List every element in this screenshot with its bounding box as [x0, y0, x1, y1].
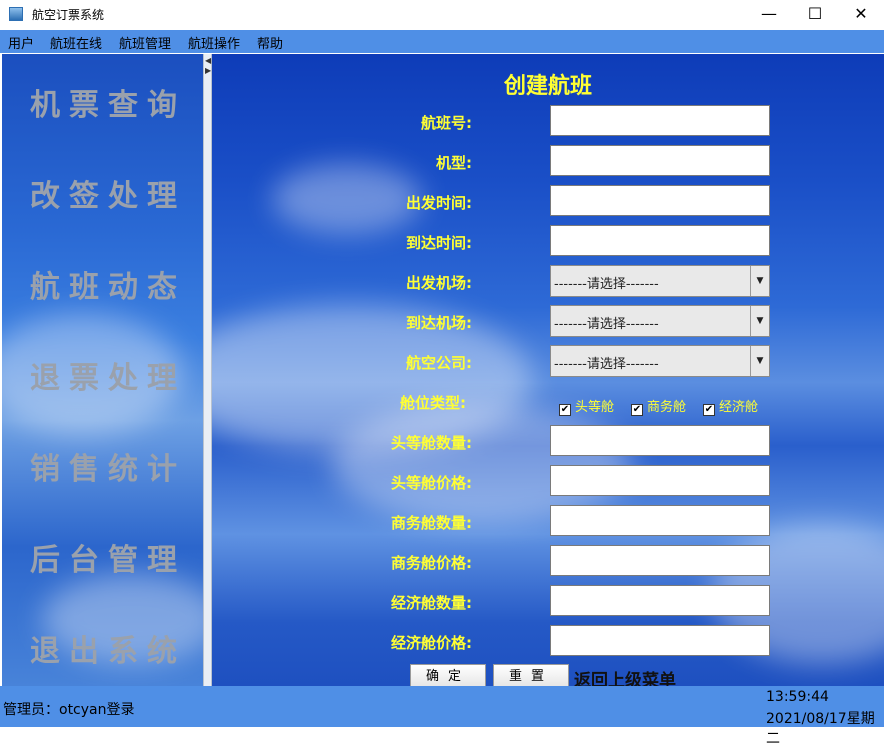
create-flight-panel: 创建航班 航班号: 机型: 出发时间: 到达时间: 出发机场: -------请… [212, 54, 884, 686]
sidebar-item-rebook[interactable]: 改签处理 [30, 171, 186, 215]
title-bar: 航空订票系统 — ☐ ✕ [0, 0, 884, 30]
sidebar-item-refund[interactable]: 退票处理 [30, 353, 186, 397]
first-price-label: 头等舱价格: [391, 474, 472, 492]
cabin-first-label: 头等舱 [575, 400, 615, 415]
reset-button[interactable]: 重置 [493, 664, 569, 686]
arrive-airport-value: -------请选择------- [554, 317, 659, 332]
status-time: 13:59:44 [766, 689, 829, 705]
depart-airport-value: -------请选择------- [554, 277, 659, 292]
back-link[interactable]: 返回上级菜单 [574, 666, 676, 686]
arrive-airport-select[interactable]: -------请选择------- ▼ [550, 305, 770, 337]
menu-flight-online[interactable]: 航班在线 [50, 33, 102, 52]
checkbox-checked-icon: ✔ [631, 404, 643, 416]
expand-right-icon[interactable]: ▶ [205, 66, 211, 75]
cabin-economy-checkbox[interactable]: ✔ 经济舱 [703, 396, 758, 416]
form-title: 创建航班 [503, 74, 592, 99]
airline-select[interactable]: -------请选择------- ▼ [550, 345, 770, 377]
economy-qty-label: 经济舱数量: [391, 594, 472, 612]
depart-time-input[interactable] [550, 185, 770, 216]
split-divider[interactable]: ◀ ▶ [203, 54, 212, 686]
minimize-button[interactable]: — [746, 0, 792, 30]
chevron-down-icon[interactable]: ▼ [750, 306, 769, 336]
depart-airport-select[interactable]: -------请选择------- ▼ [550, 265, 770, 297]
window-title: 航空订票系统 [32, 8, 105, 22]
checkbox-checked-icon: ✔ [703, 404, 715, 416]
first-qty-input[interactable] [550, 425, 770, 456]
menu-flight-ops[interactable]: 航班操作 [188, 33, 240, 52]
collapse-left-icon[interactable]: ◀ [205, 56, 211, 65]
maximize-button[interactable]: ☐ [792, 0, 838, 30]
chevron-down-icon[interactable]: ▼ [750, 346, 769, 376]
first-qty-label: 头等舱数量: [391, 434, 472, 452]
airline-label: 航空公司: [406, 354, 472, 372]
chevron-down-icon[interactable]: ▼ [750, 266, 769, 296]
cabin-type-label: 舱位类型: [400, 394, 466, 412]
model-label: 机型: [436, 154, 472, 172]
status-bar: 管理员：otcyan登录 13:59:44 2021/08/17星期二 [0, 686, 884, 747]
confirm-button[interactable]: 确定 [410, 664, 486, 686]
arrive-airport-label: 到达机场: [406, 314, 472, 332]
business-qty-label: 商务舱数量: [391, 514, 472, 532]
cabin-first-checkbox[interactable]: ✔ 头等舱 [559, 396, 614, 416]
economy-price-label: 经济舱价格: [391, 634, 472, 652]
sidebar-item-flight-status[interactable]: 航班动态 [30, 262, 186, 306]
model-input[interactable] [550, 145, 770, 176]
sidebar-item-ticket-query[interactable]: 机票查询 [30, 80, 186, 124]
cabin-economy-label: 经济舱 [719, 400, 759, 415]
sidebar-item-exit[interactable]: 退出系统 [30, 626, 186, 670]
sidebar-item-sales-stats[interactable]: 销售统计 [30, 444, 186, 488]
checkbox-checked-icon: ✔ [559, 404, 571, 416]
app-icon [9, 7, 23, 21]
arrive-time-label: 到达时间: [406, 234, 472, 252]
menu-help[interactable]: 帮助 [257, 33, 283, 52]
arrive-time-input[interactable] [550, 225, 770, 256]
cabin-business-label: 商务舱 [647, 400, 687, 415]
flight-no-label: 航班号: [421, 114, 472, 132]
status-user: 管理员：otcyan登录 [3, 702, 135, 718]
menu-user[interactable]: 用户 [8, 33, 34, 52]
business-price-input[interactable] [550, 545, 770, 576]
depart-airport-label: 出发机场: [406, 274, 472, 292]
depart-time-label: 出发时间: [406, 194, 472, 212]
business-price-label: 商务舱价格: [391, 554, 472, 572]
economy-price-input[interactable] [550, 625, 770, 656]
menu-bar: 用户 航班在线 航班管理 航班操作 帮助 [0, 30, 884, 53]
sidebar-item-backend[interactable]: 后台管理 [30, 535, 186, 579]
close-button[interactable]: ✕ [838, 0, 884, 30]
economy-qty-input[interactable] [550, 585, 770, 616]
flight-no-input[interactable] [550, 105, 770, 136]
airline-value: -------请选择------- [554, 357, 659, 372]
business-qty-input[interactable] [550, 505, 770, 536]
sidebar: 机票查询 改签处理 航班动态 退票处理 销售统计 后台管理 退出系统 [2, 54, 203, 686]
status-date: 2021/08/17星期二 [766, 711, 875, 747]
first-price-input[interactable] [550, 465, 770, 496]
cabin-business-checkbox[interactable]: ✔ 商务舱 [631, 396, 686, 416]
menu-flight-manage[interactable]: 航班管理 [119, 33, 171, 52]
